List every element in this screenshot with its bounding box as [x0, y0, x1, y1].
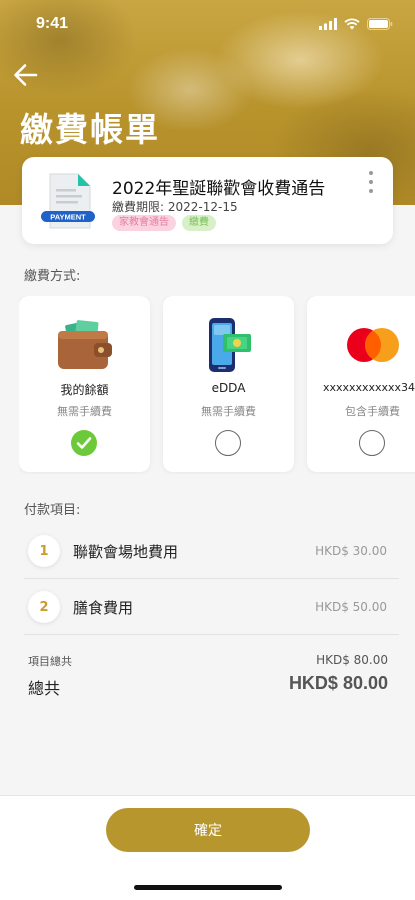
phone-payment-icon [163, 316, 294, 374]
status-time: 9:41 [36, 15, 69, 32]
payment-methods: 我的餘額 無需手續費 eDDA 無需手續費 xxxxxxxxxxxx345 包含… [19, 296, 415, 474]
mastercard-icon [307, 316, 415, 374]
bill-card[interactable]: PAYMENT 2022年聖誕聯歡會收費通告 繳費期限: 2022-12-15 … [22, 157, 393, 244]
total-label: 總共 [28, 679, 61, 698]
method-edda-radio[interactable] [215, 430, 241, 456]
subtotal-label: 項目總共 [28, 655, 72, 668]
tag-pta-notice: 家教會通告 [112, 215, 176, 231]
signal-icon [319, 18, 337, 30]
payment-icon-text: PAYMENT [50, 213, 86, 222]
bill-tags: 家教會通告 繳費 [112, 215, 216, 231]
confirm-button[interactable]: 確定 [106, 808, 310, 852]
battery-icon [367, 18, 393, 30]
home-indicator [134, 885, 282, 890]
method-card-radio[interactable] [359, 430, 385, 456]
item-name: 聯歡會場地費用 [73, 542, 179, 561]
item-amount: HKD$ 50.00 [315, 600, 387, 614]
wallet-icon [19, 316, 150, 374]
item-name: 膳食費用 [73, 598, 134, 617]
item-number: 2 [28, 591, 60, 623]
method-balance-name: 我的餘額 [60, 383, 109, 397]
method-edda-fee: 無需手續費 [201, 405, 256, 418]
page-title: 繳費帳單 [20, 110, 160, 149]
bill-title: 2022年聖誕聯歡會收費通告 [112, 179, 326, 199]
back-button[interactable] [12, 62, 40, 88]
list-item: 2 膳食費用 HKD$ 50.00 [24, 579, 399, 635]
total-value: HKD$ 80.00 [288, 673, 388, 693]
arrow-left-icon [14, 64, 38, 86]
bill-deadline: 繳費期限: 2022-12-15 [112, 200, 238, 214]
checkmark-icon [76, 437, 92, 449]
status-icons [319, 18, 393, 30]
method-edda-name: eDDA [211, 381, 246, 395]
item-amount: HKD$ 30.00 [315, 544, 387, 558]
status-bar: 9:41 [0, 0, 415, 48]
method-balance-fee: 無需手續費 [57, 405, 112, 418]
payment-document-icon: PAYMENT [38, 171, 100, 233]
item-number: 1 [28, 535, 60, 567]
method-card-number: xxxxxxxxxxxx345 [322, 381, 415, 394]
method-card-mastercard[interactable]: xxxxxxxxxxxx345 包含手續費 [307, 296, 415, 472]
method-balance[interactable]: 我的餘額 無需手續費 [19, 296, 150, 472]
wifi-icon [344, 18, 360, 30]
method-balance-radio[interactable] [71, 430, 97, 456]
method-card-fee: 包含手續費 [345, 405, 400, 418]
payment-method-label: 繳費方式: [24, 269, 81, 284]
more-options-icon[interactable] [363, 169, 379, 195]
method-edda[interactable]: eDDA 無需手續費 [163, 296, 294, 472]
tag-payment: 繳費 [182, 215, 216, 231]
subtotal-value: HKD$ 80.00 [316, 653, 388, 667]
list-item: 1 聯歡會場地費用 HKD$ 30.00 [24, 523, 399, 579]
divider [24, 634, 399, 635]
payment-items-label: 付款項目: [24, 503, 81, 518]
